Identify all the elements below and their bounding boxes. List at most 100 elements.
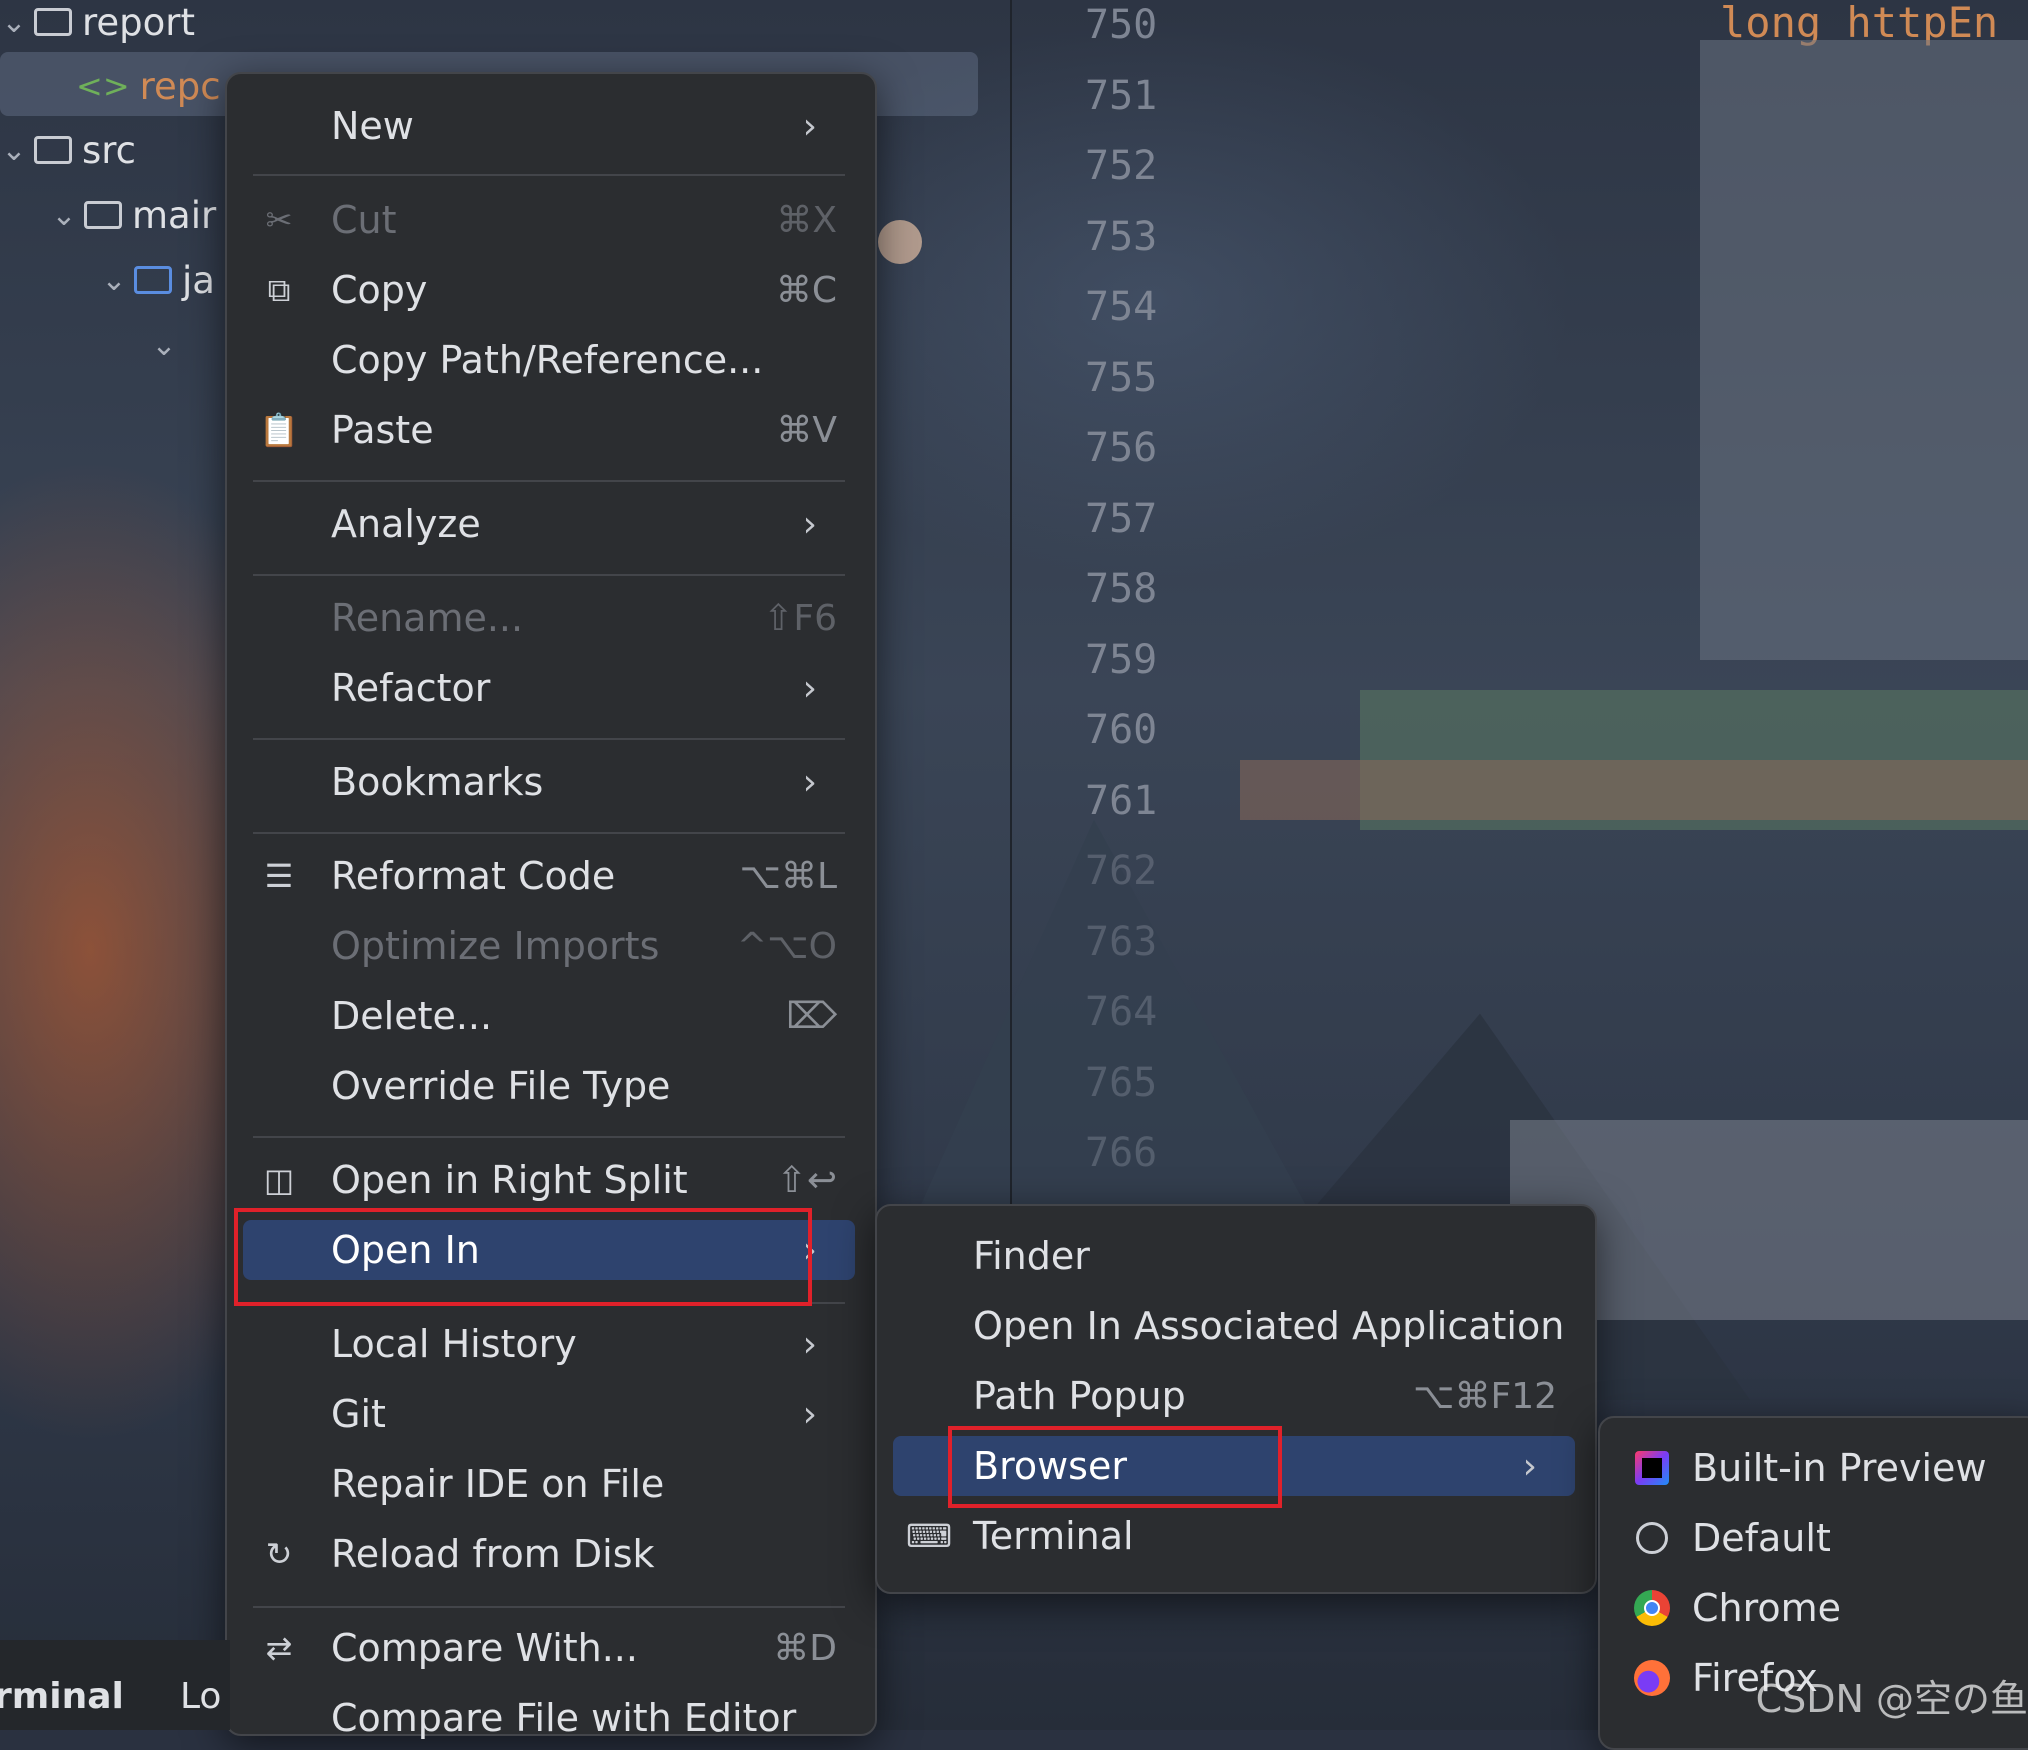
menu-item-label: Reload from Disk xyxy=(331,1532,655,1576)
menu-item-label: Copy xyxy=(331,268,428,312)
menu-item-delete[interactable]: Delete... ⌦ xyxy=(243,986,855,1046)
context-menu: New › ✂ Cut ⌘X ⧉ Copy ⌘C Copy Path/Reference... 📋… xyxy=(225,72,877,1740)
menu-item-open-in-right-split[interactable]: ◫ Open in Right Split ⇧↩ xyxy=(243,1150,855,1210)
shortcut-hint: ⇧F6 xyxy=(763,597,837,639)
line-number: 760 xyxy=(1085,707,1158,753)
menu-item-label: Reformat Code xyxy=(331,854,616,898)
line-number: 755 xyxy=(1085,354,1158,401)
submenu-item-path-popup[interactable]: Path Popup ⌥⌘F12 xyxy=(893,1366,1575,1426)
menu-item-label: Delete... xyxy=(331,994,493,1038)
tree-item-report[interactable]: ⌄ report xyxy=(0,0,195,52)
terminal-tool-tab[interactable]: rminal xyxy=(0,1676,124,1717)
chevron-down-icon[interactable]: ⌄ xyxy=(50,198,78,233)
menu-item-paste[interactable]: 📋 Paste ⌘V xyxy=(243,400,855,460)
menu-separator xyxy=(253,174,845,176)
pixelated-code-region xyxy=(1240,760,2028,820)
reload-icon: ↻ xyxy=(265,1535,293,1573)
tree-item-main[interactable]: ⌄ mair xyxy=(50,185,216,245)
menu-item-label: Optimize Imports xyxy=(331,924,660,968)
menu-item-label: Paste xyxy=(331,408,434,452)
line-number: 756 xyxy=(1085,425,1158,471)
menu-item-refactor[interactable]: Refactor › xyxy=(243,658,855,718)
browser-item-default[interactable]: Default xyxy=(1616,1508,2016,1568)
html-file-icon: <> xyxy=(76,67,130,105)
menu-item-local-history[interactable]: Local History › xyxy=(243,1314,855,1374)
menu-item-rename[interactable]: Rename... ⇧F6 xyxy=(243,588,855,648)
menu-item-label: Analyze xyxy=(331,502,481,546)
annotation-box-open-in xyxy=(234,1208,812,1306)
chrome-icon xyxy=(1630,1586,1674,1630)
shortcut-hint: ^⌥O xyxy=(737,925,837,967)
shortcut-hint: ⌘C xyxy=(775,269,837,311)
line-number: 763 xyxy=(1085,918,1158,965)
shortcut-hint: ⌥⌘F12 xyxy=(1413,1375,1557,1417)
menu-item-repair-ide-on-file[interactable]: Repair IDE on File xyxy=(243,1454,855,1514)
menu-item-label: Local History xyxy=(331,1322,577,1366)
browser-item-label: Built-in Preview xyxy=(1692,1446,1987,1490)
chevron-right-icon: › xyxy=(802,503,817,545)
menu-item-reformat-code[interactable]: ☰ Reformat Code ⌥⌘L xyxy=(243,846,855,906)
menu-item-copy[interactable]: ⧉ Copy ⌘C xyxy=(243,260,855,320)
submenu-item-terminal[interactable]: ⌨ Terminal xyxy=(893,1506,1575,1566)
pixelated-code-region xyxy=(1700,40,2028,660)
shortcut-hint: ⌘D xyxy=(773,1627,837,1669)
chevron-down-icon[interactable]: ⌄ xyxy=(0,5,28,40)
line-number: 761 xyxy=(1085,777,1158,824)
tree-item-src[interactable]: ⌄ src xyxy=(0,120,136,180)
submenu-item-label: Terminal xyxy=(973,1514,1134,1558)
chevron-right-icon: › xyxy=(802,1393,817,1435)
browser-item-built-in-preview[interactable]: Built-in Preview xyxy=(1616,1438,2016,1498)
menu-item-bookmarks[interactable]: Bookmarks › xyxy=(243,752,855,812)
chevron-right-icon: › xyxy=(802,667,817,709)
source-folder-icon xyxy=(134,266,172,294)
moon-decoration xyxy=(878,220,922,264)
menu-item-analyze[interactable]: Analyze › xyxy=(243,494,855,554)
menu-separator xyxy=(253,832,845,834)
chevron-down-icon[interactable]: ⌄ xyxy=(100,263,128,298)
browser-item-chrome[interactable]: Chrome xyxy=(1616,1578,2016,1638)
tree-item-report-file[interactable]: <> repc xyxy=(70,56,221,116)
line-number: 750 xyxy=(1085,2,1158,48)
folder-icon xyxy=(34,8,72,36)
split-icon: ◫ xyxy=(263,1161,295,1199)
menu-item-new[interactable]: New › xyxy=(243,96,855,156)
globe-icon xyxy=(1630,1516,1674,1560)
shortcut-hint: ⌥⌘L xyxy=(739,855,837,897)
menu-item-cut[interactable]: ✂ Cut ⌘X xyxy=(243,190,855,250)
menu-separator xyxy=(253,574,845,576)
chevron-right-icon: › xyxy=(802,761,817,803)
folder-icon xyxy=(84,201,122,229)
menu-item-compare-file-with-editor[interactable]: Compare File with Editor xyxy=(243,1688,855,1748)
submenu-item-label: Finder xyxy=(973,1234,1090,1278)
submenu-item-label: Open In Associated Application xyxy=(973,1304,1565,1348)
open-in-submenu: Finder Open In Associated Application Path… xyxy=(875,1204,1597,1594)
menu-item-reload-from-disk[interactable]: ↻ Reload from Disk xyxy=(243,1524,855,1584)
tree-item-java[interactable]: ⌄ ja xyxy=(100,250,215,310)
chevron-right-icon: › xyxy=(1522,1445,1537,1487)
submenu-item-label: Path Popup xyxy=(973,1374,1186,1418)
log-tool-tab[interactable]: Lo xyxy=(180,1676,221,1717)
folder-icon xyxy=(34,136,72,164)
line-number: 754 xyxy=(1085,284,1158,330)
chevron-right-icon: › xyxy=(802,1323,817,1365)
shortcut-hint: ⇧↩ xyxy=(776,1159,837,1201)
menu-item-label: Repair IDE on File xyxy=(331,1462,665,1506)
reformat-icon: ☰ xyxy=(264,857,294,895)
menu-item-label: Refactor xyxy=(331,666,491,710)
menu-item-optimize-imports[interactable]: Optimize Imports ^⌥O xyxy=(243,916,855,976)
tree-item-package[interactable]: ⌄ xyxy=(150,315,178,375)
scissors-icon: ✂ xyxy=(265,201,293,239)
menu-item-compare-with[interactable]: ⇄ Compare With... ⌘D xyxy=(243,1618,855,1678)
chevron-down-icon[interactable]: ⌄ xyxy=(150,328,178,363)
line-number: 762 xyxy=(1085,848,1158,894)
copy-icon: ⧉ xyxy=(267,270,291,309)
menu-item-copy-path-reference[interactable]: Copy Path/Reference... xyxy=(243,330,855,390)
menu-item-override-file-type[interactable]: Override File Type xyxy=(243,1056,855,1116)
compare-icon: ⇄ xyxy=(265,1629,293,1667)
line-number: 764 xyxy=(1085,989,1158,1035)
chevron-down-icon[interactable]: ⌄ xyxy=(0,133,28,168)
submenu-item-open-in-associated-application[interactable]: Open In Associated Application xyxy=(893,1296,1575,1356)
menu-item-git[interactable]: Git › xyxy=(243,1384,855,1444)
menu-item-label: Cut xyxy=(331,198,397,242)
submenu-item-finder[interactable]: Finder xyxy=(893,1226,1575,1286)
